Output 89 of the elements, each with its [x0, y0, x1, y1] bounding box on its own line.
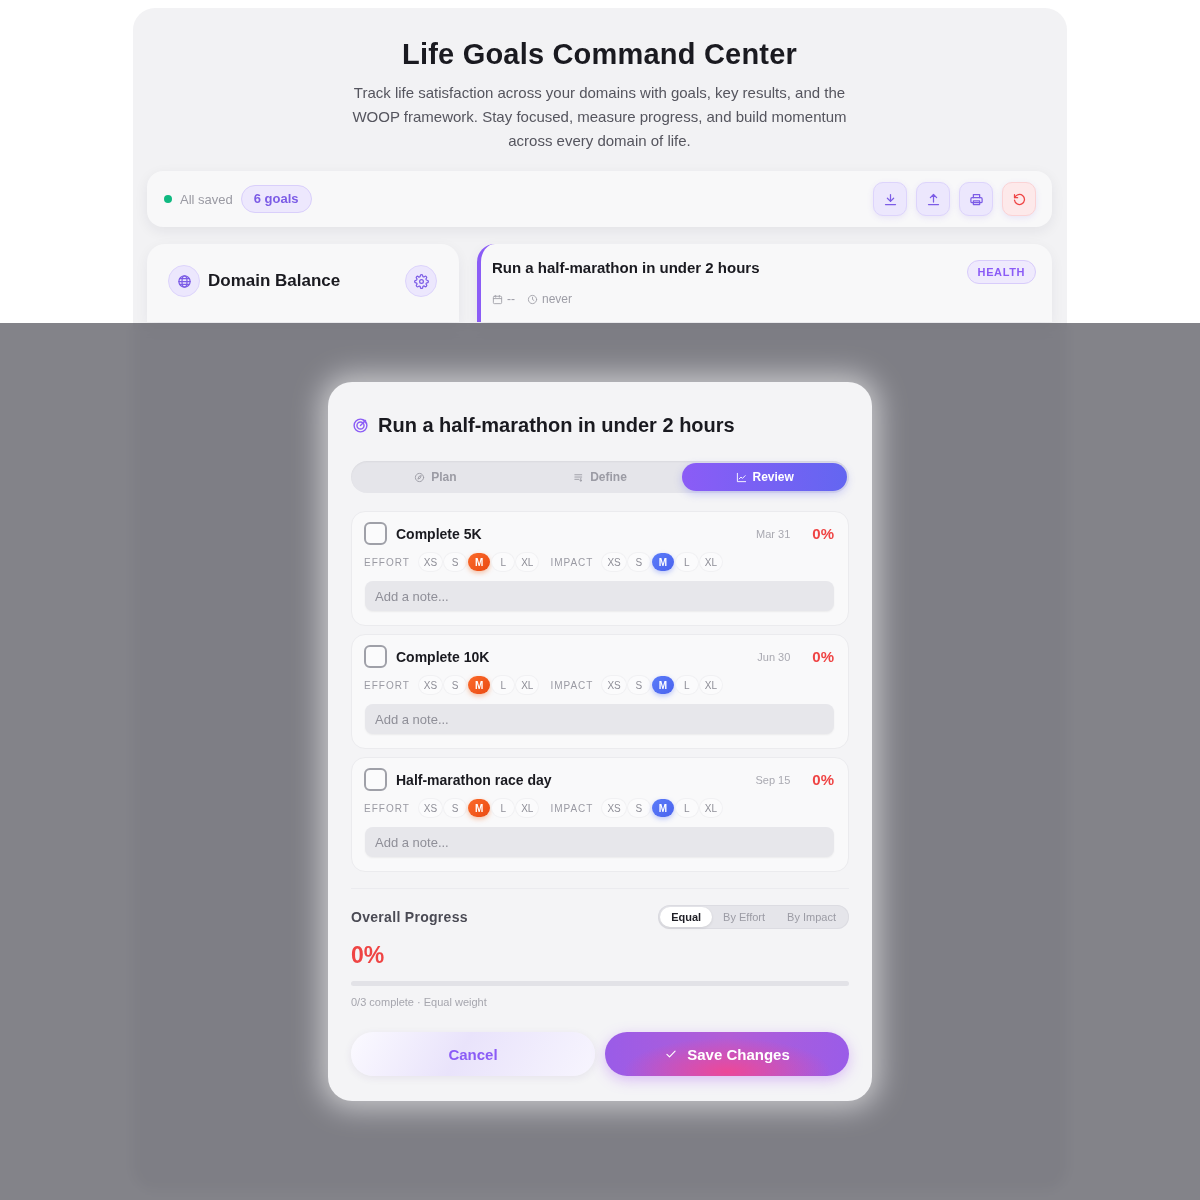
size-option[interactable]: XS — [602, 553, 626, 571]
page-title: Life Goals Command Center — [402, 37, 797, 72]
print-button[interactable] — [959, 182, 993, 216]
overall-percent: 0% — [351, 941, 385, 969]
save-button[interactable]: Save Changes — [605, 1032, 849, 1076]
size-option[interactable]: S — [627, 553, 650, 571]
size-option[interactable]: XS — [418, 553, 443, 571]
impact-label: IMPACT — [550, 679, 594, 691]
due-date: Jun 30 — [757, 650, 791, 663]
modal-title: Run a half-marathon in under 2 hours — [378, 413, 735, 438]
settings-button[interactable] — [405, 265, 437, 297]
tab[interactable]: Review — [682, 463, 847, 491]
category-tag: HEALTH — [966, 260, 1036, 284]
goal-title: Run a half-marathon in under 2 hours — [492, 258, 760, 278]
size-option[interactable]: S — [444, 799, 467, 817]
size-option[interactable]: XS — [602, 676, 626, 694]
printer-icon — [968, 191, 984, 207]
weight-option[interactable]: By Effort — [712, 907, 777, 927]
size-option[interactable]: XL — [516, 799, 539, 817]
size-option[interactable]: L — [675, 676, 698, 694]
size-option[interactable]: M — [651, 799, 674, 817]
upload-button[interactable] — [916, 182, 950, 216]
note-field[interactable]: Add a note... — [365, 581, 834, 611]
size-option[interactable]: L — [492, 676, 515, 694]
size-option[interactable]: L — [675, 553, 698, 571]
section-label: Overall Progress — [351, 909, 468, 925]
size-option[interactable]: S — [627, 676, 650, 694]
size-option[interactable]: L — [675, 799, 698, 817]
size-option[interactable]: M — [468, 676, 491, 694]
checkbox[interactable] — [364, 768, 387, 791]
size-option[interactable]: XL — [516, 553, 539, 571]
settings-icon — [413, 273, 429, 289]
effort-label: EFFORT — [364, 679, 410, 691]
due-date: -- — [507, 292, 515, 306]
list-icon — [573, 471, 585, 483]
size-option[interactable]: M — [468, 553, 491, 571]
size-option[interactable]: L — [492, 799, 515, 817]
size-option[interactable]: M — [651, 676, 674, 694]
note-field[interactable]: Add a note... — [365, 704, 834, 734]
impact-label: IMPACT — [550, 802, 594, 814]
size-option[interactable]: M — [651, 553, 674, 571]
size-option[interactable]: XS — [418, 799, 443, 817]
goal-count-badge: 6 goals — [240, 185, 312, 213]
key-result-title: Half-marathon race day — [396, 771, 552, 788]
globe-icon — [168, 265, 200, 297]
progress-percent: 0% — [812, 771, 834, 788]
download-icon — [882, 191, 898, 207]
target-icon — [352, 416, 369, 434]
due-date: Mar 31 — [756, 527, 791, 540]
upload-icon — [925, 191, 941, 207]
reset-icon — [1011, 191, 1027, 207]
calendar-icon — [492, 293, 503, 305]
compass-icon — [414, 471, 426, 483]
reset-button[interactable] — [1002, 182, 1036, 216]
size-option[interactable]: L — [492, 553, 515, 571]
size-option[interactable]: XL — [516, 676, 539, 694]
size-option[interactable]: S — [444, 676, 467, 694]
size-option[interactable]: M — [468, 799, 491, 817]
checkbox[interactable] — [364, 645, 387, 668]
impact-label: IMPACT — [550, 556, 594, 568]
size-option[interactable]: S — [444, 553, 467, 571]
size-option[interactable]: XL — [699, 553, 723, 571]
download-button[interactable] — [873, 182, 907, 216]
key-result-title: Complete 10K — [396, 648, 490, 665]
panel-title: Domain Balance — [208, 270, 341, 292]
progress-percent: 0% — [812, 525, 834, 542]
save-status: All saved — [180, 191, 233, 207]
size-option[interactable]: XS — [418, 676, 443, 694]
effort-label: EFFORT — [364, 556, 410, 568]
progress-summary: 0/3 complete · Equal weight — [351, 995, 487, 1009]
size-option[interactable]: XL — [699, 676, 723, 694]
last-updated: never — [542, 292, 573, 306]
chart-icon — [735, 471, 747, 483]
tab[interactable]: Plan — [353, 463, 518, 491]
tab[interactable]: Define — [517, 463, 683, 491]
cancel-button[interactable]: Cancel — [351, 1032, 595, 1076]
checkbox[interactable] — [364, 522, 387, 545]
weight-option[interactable]: Equal — [660, 907, 713, 927]
key-result-title: Complete 5K — [396, 525, 482, 542]
effort-label: EFFORT — [364, 802, 410, 814]
size-option[interactable]: S — [627, 799, 650, 817]
page-description: Track life satisfaction across your domains with goals, key results, and the WOOP framework. Stay focused, measure progress, and build momentum across every domain of life. — [351, 83, 848, 151]
clock-icon — [527, 293, 538, 305]
size-option[interactable]: XS — [602, 799, 626, 817]
progress-percent: 0% — [812, 648, 834, 665]
size-option[interactable]: XL — [699, 799, 723, 817]
note-field[interactable]: Add a note... — [365, 827, 834, 857]
weight-option[interactable]: By Impact — [776, 907, 847, 927]
due-date: Sep 15 — [755, 773, 791, 786]
